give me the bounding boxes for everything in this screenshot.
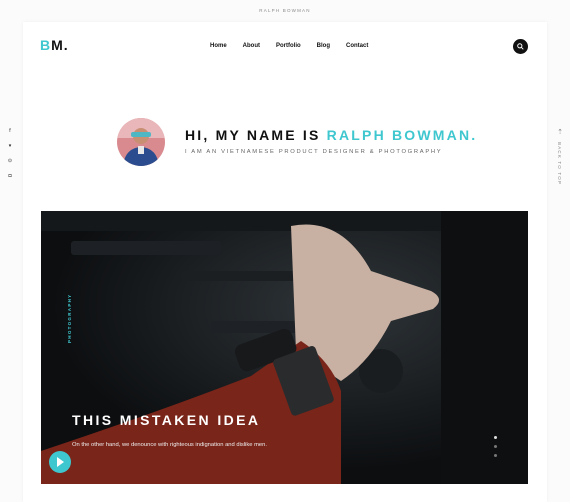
intro-heading: HI, MY NAME IS RALPH BOWMAN. — [185, 127, 478, 143]
hero-description: On the other hand, we denounce with righ… — [72, 442, 267, 448]
hero-title: THIS MISTAKEN IDEA — [72, 412, 261, 428]
nav-home[interactable]: Home — [210, 43, 227, 49]
slider-dot[interactable] — [494, 454, 497, 457]
slider-dots — [494, 436, 497, 463]
search-icon — [517, 43, 524, 50]
back-to-top-label: BACK TO TOP — [557, 142, 562, 186]
slider-dot[interactable] — [494, 436, 497, 439]
instagram-icon[interactable]: ◘ — [7, 173, 13, 188]
hero-category: PHOTOGRAPHY — [67, 293, 72, 343]
social-links: f ▾ ⊙ ◘ — [7, 128, 13, 188]
arrow-up-icon: ⇡ — [557, 129, 563, 136]
main-nav: Home About Portfolio Blog Contact — [210, 43, 384, 49]
nav-portfolio[interactable]: Portfolio — [276, 43, 301, 49]
search-button[interactable] — [513, 39, 528, 54]
logo[interactable]: BM. — [40, 37, 69, 53]
pinterest-icon[interactable]: ⊙ — [7, 158, 13, 173]
nav-blog[interactable]: Blog — [317, 43, 330, 49]
back-to-top[interactable]: ⇡ BACK TO TOP — [556, 128, 564, 185]
play-button[interactable] — [49, 451, 71, 473]
intro-subtitle: I AM AN VIETNAMESE PRODUCT DESIGNER & PH… — [185, 149, 443, 155]
avatar — [117, 118, 165, 166]
play-icon — [57, 457, 64, 467]
nav-about[interactable]: About — [243, 43, 260, 49]
twitter-icon[interactable]: ▾ — [7, 143, 13, 158]
facebook-icon[interactable]: f — [7, 128, 13, 143]
main-card: BM. Home About Portfolio Blog Contact HI… — [23, 22, 547, 502]
slider-dot[interactable] — [494, 445, 497, 448]
nav-contact[interactable]: Contact — [346, 43, 368, 49]
site-label: RALPH BOWMAN — [259, 8, 311, 13]
hero-slider[interactable]: PHOTOGRAPHY THIS MISTAKEN IDEA On the ot… — [41, 211, 528, 484]
